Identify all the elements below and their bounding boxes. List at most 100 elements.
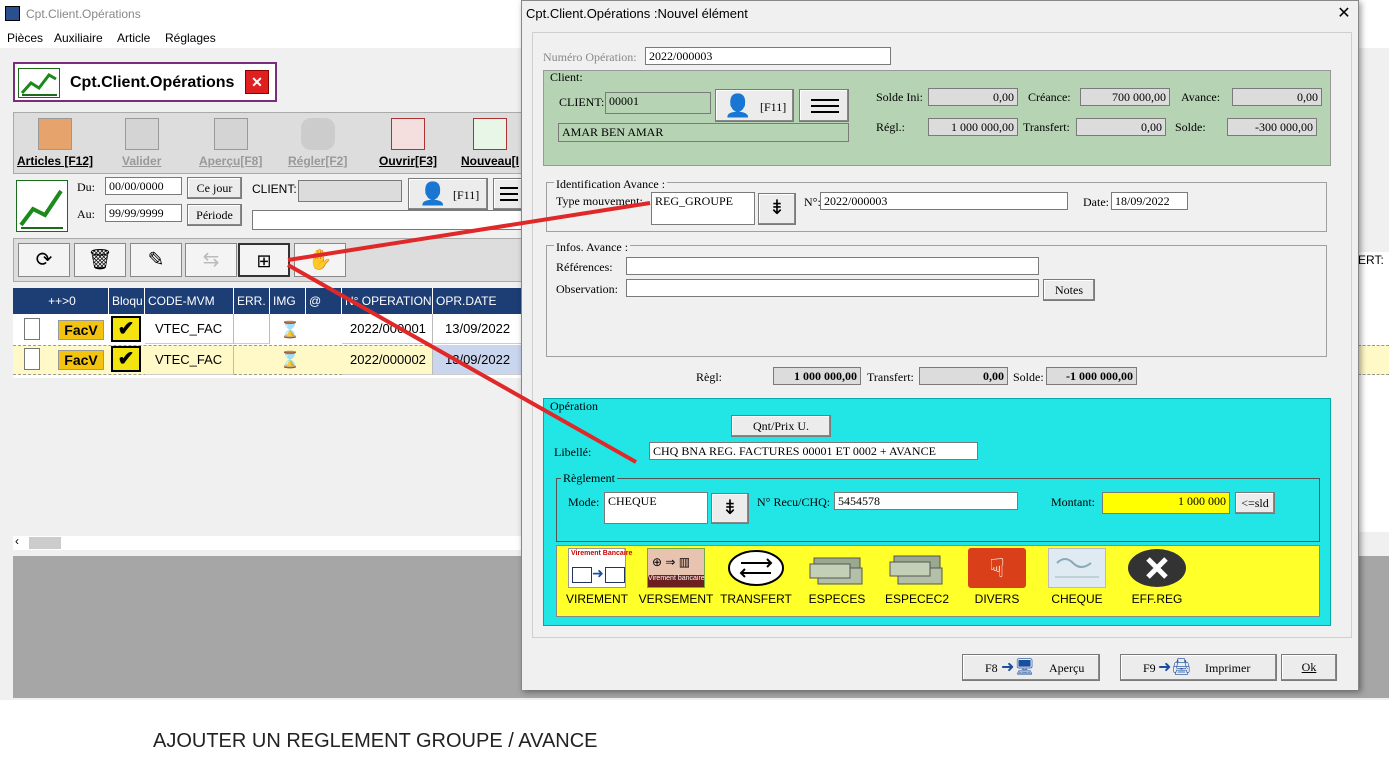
- especes-button[interactable]: ESPECES: [797, 548, 877, 606]
- operation-group-title: Opération: [550, 399, 598, 413]
- date-field[interactable]: 18/09/2022: [1111, 192, 1188, 210]
- refresh-icon[interactable]: ⟳: [18, 243, 70, 277]
- grid-header[interactable]: N° OPERATION: [342, 288, 433, 314]
- menu-reglages[interactable]: Réglages: [165, 31, 216, 45]
- map-icon: [300, 118, 335, 150]
- mode-field[interactable]: CHEQUE: [604, 492, 708, 524]
- horizontal-scrollbar[interactable]: ‹: [13, 534, 523, 550]
- ouvrir-button[interactable]: Ouvrir[F3]: [379, 118, 437, 168]
- scroll-left-icon[interactable]: ‹: [15, 534, 19, 548]
- row-checkbox[interactable]: [24, 318, 40, 340]
- menu-pieces[interactable]: Pièces: [7, 31, 43, 45]
- notes-button[interactable]: Notes: [1043, 279, 1095, 301]
- table-cell: [234, 314, 270, 344]
- recu-label: N° Recu/CHQ:: [757, 495, 831, 509]
- ouvrir-label: Ouvrir[F3]: [379, 154, 438, 168]
- valider-icon: [124, 118, 159, 150]
- grid-header[interactable]: OPR.DATE: [433, 288, 523, 314]
- reglement-group-title: Règlement: [561, 471, 617, 486]
- client-name-field[interactable]: AMAR BEN AMAR: [558, 123, 849, 142]
- person-icon: 👤: [419, 181, 447, 206]
- menu-auxiliaire[interactable]: Auxiliaire: [54, 31, 103, 45]
- libelle-field[interactable]: CHQ BNA REG. FACTURES 00001 ET 0002 + AV…: [649, 442, 978, 460]
- eff-reg-button[interactable]: EFF.REG: [1117, 548, 1197, 606]
- printer-icon: ➜🖨: [1158, 659, 1192, 676]
- ok-button[interactable]: Ok: [1281, 654, 1337, 681]
- grid-header[interactable]: ERR.: [234, 288, 270, 314]
- row-checkbox[interactable]: [24, 348, 40, 370]
- client-filter-field[interactable]: [298, 180, 402, 202]
- imprimer-button[interactable]: F9 ➜🖨 Imprimer: [1120, 654, 1277, 681]
- versement-label: VERSEMENT: [638, 592, 714, 606]
- virement-button[interactable]: Virement Bancaire ➜ VIREMENT: [557, 548, 637, 606]
- cheque-icon: [1048, 548, 1106, 588]
- list-select-icon[interactable]: ⇟: [711, 493, 749, 524]
- table-cell: 13/09/2022: [433, 345, 523, 375]
- module-title: Cpt.Client.Opérations: [70, 74, 235, 91]
- menu-article[interactable]: Article: [117, 31, 150, 45]
- apercu-button[interactable]: F8 ➜🖥 Aperçu: [962, 654, 1100, 681]
- au-label: Au:: [77, 207, 95, 221]
- hand-icon[interactable]: ✋: [294, 243, 346, 277]
- du-field[interactable]: 00/00/0000: [105, 177, 182, 195]
- solde-ini-field: 0,00: [928, 88, 1018, 106]
- montant-field[interactable]: 1 000 000: [1102, 492, 1230, 514]
- grid-header[interactable]: Bloqu: [109, 288, 145, 314]
- grid-header[interactable]: @: [306, 288, 342, 314]
- au-field[interactable]: 99/99/9999: [105, 204, 182, 222]
- scroll-thumb[interactable]: [29, 537, 61, 549]
- numero-field[interactable]: 2022/000003: [645, 47, 891, 65]
- qnt-prix-button[interactable]: Qnt/Prix U.: [731, 415, 831, 437]
- solde-ini-label: Solde Ini:: [876, 90, 923, 104]
- chart-icon: [18, 68, 60, 98]
- menu-icon[interactable]: [493, 178, 523, 210]
- close-icon[interactable]: ✕: [1334, 3, 1354, 23]
- observation-field[interactable]: [626, 279, 1039, 297]
- add-group-icon[interactable]: ⊞: [238, 243, 290, 277]
- totals-regl-field: 1 000 000,00: [773, 367, 861, 385]
- references-field[interactable]: [626, 257, 1039, 275]
- especec2-button[interactable]: ESPECEC2: [877, 548, 957, 606]
- transfer-arrows-icon: [727, 548, 785, 588]
- num-label: N°:: [804, 195, 821, 209]
- articles-button[interactable]: Articles [F12]: [17, 118, 93, 168]
- edit-icon[interactable]: ✎: [130, 243, 182, 277]
- transfer-icon[interactable]: ⇆: [185, 243, 237, 277]
- hourglass-icon: ⌛: [280, 322, 300, 339]
- client-code-field[interactable]: 00001: [605, 92, 711, 114]
- client-name-field[interactable]: [252, 210, 523, 230]
- ce-jour-button[interactable]: Ce jour: [187, 177, 242, 199]
- client-lookup-button[interactable]: 👤 [F11]: [715, 89, 794, 122]
- nouveau-button[interactable]: Nouveau[I: [458, 118, 522, 168]
- table-cell: VTEC_FAC: [145, 314, 234, 344]
- cash-icon: [808, 548, 866, 588]
- apercu-toolbar-button[interactable]: Aperçu[F8]: [199, 118, 262, 168]
- cheque-button[interactable]: CHEQUE: [1037, 548, 1117, 606]
- close-icon[interactable]: ✕: [245, 70, 269, 94]
- num-field[interactable]: 2022/000003: [820, 192, 1068, 210]
- totals-transfert-label: Transfert:: [867, 370, 914, 384]
- list-select-icon[interactable]: ⇟: [758, 193, 796, 225]
- transfert-button[interactable]: TRANSFERT: [716, 548, 796, 606]
- recu-field[interactable]: 5454578: [834, 492, 1018, 510]
- totals-solde-field: -1 000 000,00: [1046, 367, 1137, 385]
- grid-header[interactable]: ++>0: [13, 288, 109, 314]
- nouveau-label: Nouveau[I: [460, 154, 519, 168]
- type-mouvement-field[interactable]: REG_GROUPE: [651, 192, 755, 225]
- avance-field: 0,00: [1232, 88, 1322, 106]
- client-lookup-button[interactable]: 👤 [F11]: [408, 178, 488, 210]
- delete-circle-icon: [1128, 548, 1186, 588]
- grid-header[interactable]: IMG: [270, 288, 306, 314]
- periode-button[interactable]: Période: [187, 204, 242, 226]
- menu-icon[interactable]: [799, 89, 849, 122]
- transfert-label: Transfert:: [1023, 120, 1070, 134]
- grid-header[interactable]: CODE-MVM: [145, 288, 234, 314]
- regler-button[interactable]: Régler[F2]: [288, 118, 347, 168]
- divers-button[interactable]: ☟ DIVERS: [957, 548, 1037, 606]
- delete-icon[interactable]: 🗑: [74, 243, 126, 277]
- especes-label: ESPECES: [808, 592, 866, 606]
- client-group-title: Client:: [550, 70, 583, 84]
- versement-button[interactable]: ⊕ ⇒ ▥ Virement bancaire VERSEMENT: [636, 548, 716, 606]
- sld-button[interactable]: <=sld: [1235, 492, 1275, 514]
- valider-button[interactable]: Valider: [122, 118, 161, 168]
